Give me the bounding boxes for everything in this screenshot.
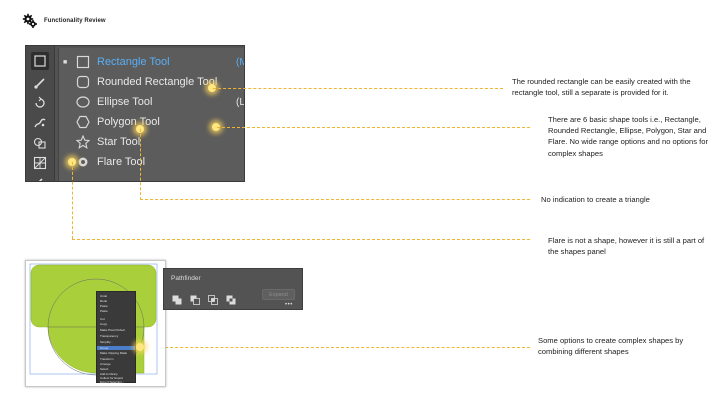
toolbar-rectangle-icon[interactable] xyxy=(31,52,49,70)
note-rounded-rectangle: The rounded rectangle can be easily crea… xyxy=(512,77,691,98)
pathfinder-panel: Pathfinder Expand ••• xyxy=(163,268,303,310)
toolbar-brush-icon[interactable] xyxy=(31,74,49,92)
note-basic-shapes: There are 6 basic shape tools i.e., Rect… xyxy=(548,115,708,158)
connector-line-complex xyxy=(140,347,530,348)
shape-tools-flyout: ■ Rectangle Tool (M) Rounded Rectangle T… xyxy=(58,48,245,181)
connector-line-flare xyxy=(72,239,530,240)
flyout-item-label: Flare Tool xyxy=(97,156,146,168)
context-menu-item[interactable]: Simplify... xyxy=(100,340,134,344)
context-menu-item[interactable]: Paste xyxy=(100,309,134,313)
connector-line-triangle xyxy=(140,199,530,200)
context-menu-item[interactable]: Paste xyxy=(100,304,134,308)
shape-tools-screenshot: ■ Rectangle Tool (M) Rounded Rectangle T… xyxy=(25,45,245,182)
flyout-item-rectangle[interactable]: ■ Rectangle Tool (M) xyxy=(59,52,244,72)
context-menu-item[interactable]: Copy xyxy=(100,322,134,326)
flyout-item-ellipse[interactable]: Ellipse Tool (L) xyxy=(59,92,245,112)
flyout-item-shortcut: (M) xyxy=(236,56,244,68)
connector-line-rounded xyxy=(213,88,503,89)
expand-button[interactable]: Expand xyxy=(262,289,295,300)
note-complex-shapes: Some options to create complex shapes by… xyxy=(538,336,684,357)
minus-front-icon[interactable] xyxy=(190,292,200,305)
exclude-icon[interactable] xyxy=(226,292,236,305)
flare-icon xyxy=(75,154,91,170)
context-menu-item[interactable]: Transparency xyxy=(100,334,134,338)
flyout-item-label: Ellipse Tool xyxy=(97,96,153,108)
note-flare: Flare is not a shape, however it is stil… xyxy=(548,236,705,257)
context-menu-item[interactable]: Transform xyxy=(100,357,134,361)
page-title: Functionality Review xyxy=(44,18,106,24)
polygon-icon xyxy=(75,114,91,130)
context-menu-item[interactable]: Select xyxy=(100,367,134,371)
flyout-item-shortcut: (L) xyxy=(236,96,245,108)
context-menu-item[interactable]: Export Selection... xyxy=(100,380,134,384)
tools-toolbar xyxy=(26,46,55,181)
connector-line-flare-vertical xyxy=(72,162,73,239)
context-menu-item[interactable]: Redo xyxy=(100,299,134,303)
toolbar-puppet-warp-icon[interactable] xyxy=(31,114,49,132)
gears-icon xyxy=(22,13,37,28)
context-menu-item[interactable]: Make Clipping Mask xyxy=(100,351,134,355)
star-icon xyxy=(75,134,91,150)
flyout-item-label: Rectangle Tool xyxy=(97,56,170,68)
context-menu: Undo Redo Paste Paste Cut Copy Make Pixe… xyxy=(96,291,136,384)
connector-line-basic-shapes xyxy=(217,127,530,128)
context-menu-item[interactable]: Cut xyxy=(100,317,134,321)
flyout-item-rounded-rectangle[interactable]: Rounded Rectangle Tool xyxy=(59,72,244,92)
selected-mark: ■ xyxy=(63,58,68,66)
ellipse-icon xyxy=(75,94,91,110)
page-header: Functionality Review xyxy=(22,13,106,29)
shape-combine-screenshot: Undo Redo Paste Paste Cut Copy Make Pixe… xyxy=(25,260,166,387)
intersect-icon[interactable] xyxy=(208,292,218,305)
flyout-item-label: Rounded Rectangle Tool xyxy=(97,76,218,88)
callout-dot-complex xyxy=(136,343,144,351)
toolbar-eyedropper-icon[interactable] xyxy=(31,172,49,181)
pathfinder-shape-modes xyxy=(172,292,236,305)
context-menu-item-highlighted[interactable]: Group xyxy=(97,346,135,350)
rectangle-icon xyxy=(75,54,91,70)
flyout-item-label: Star Tool xyxy=(97,136,141,148)
note-triangle: No indication to create a triangle xyxy=(541,195,650,204)
green-rounded-rectangle xyxy=(30,264,157,328)
pathfinder-title: Pathfinder xyxy=(171,275,201,282)
unite-icon[interactable] xyxy=(172,292,182,305)
context-menu-item[interactable]: Undo xyxy=(100,294,134,298)
context-menu-item[interactable]: Make Pixel Perfect xyxy=(100,328,134,332)
flyout-item-star[interactable]: Star Tool xyxy=(59,132,244,152)
rounded-rectangle-icon xyxy=(75,74,91,90)
toolbar-rotate-icon[interactable] xyxy=(31,94,49,112)
toolbar-shape-builder-icon[interactable] xyxy=(31,134,49,152)
context-menu-item[interactable]: Arrange xyxy=(100,362,134,366)
more-options-icon[interactable]: ••• xyxy=(285,302,293,308)
flyout-item-flare[interactable]: Flare Tool xyxy=(59,152,244,172)
toolbar-chart-icon[interactable] xyxy=(31,154,49,172)
flyout-item-label: Polygon Tool xyxy=(97,116,160,128)
connector-line-triangle-vertical xyxy=(140,129,141,200)
